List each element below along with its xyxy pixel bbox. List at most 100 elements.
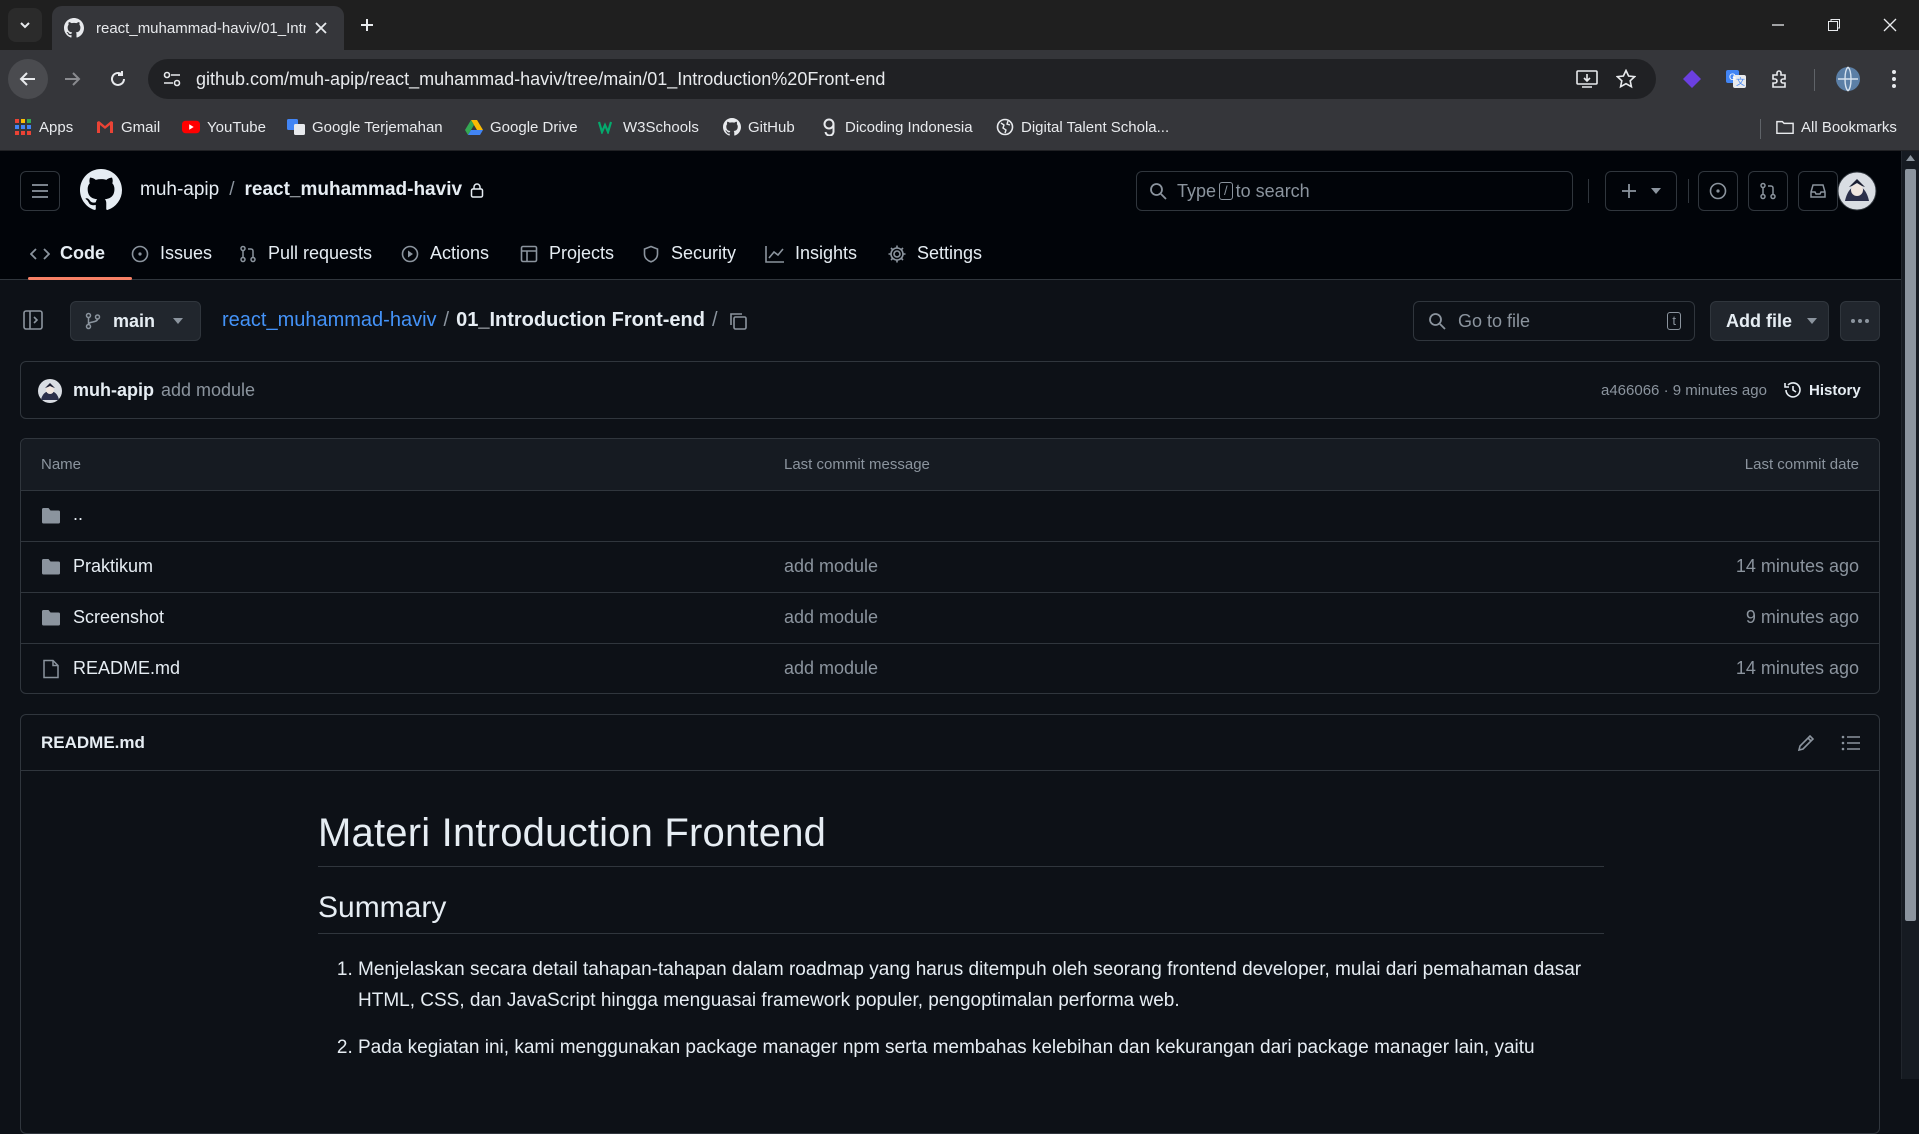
owner-link[interactable]: muh-apip (140, 179, 219, 201)
minimize-button[interactable] (1758, 8, 1798, 42)
tab-projects[interactable]: Projects (519, 227, 614, 280)
close-tab-icon[interactable] (314, 21, 328, 35)
gmail-icon (96, 118, 114, 136)
bookmark-dicoding[interactable]: Dicoding Indonesia (820, 118, 973, 136)
bookmark-youtube[interactable]: YouTube (182, 118, 266, 136)
history-button[interactable]: History (1783, 380, 1861, 400)
caret-down-icon (1807, 318, 1817, 324)
pull-requests-button[interactable] (1748, 171, 1788, 211)
tab-pull-requests[interactable]: Pull requests (238, 227, 372, 280)
tab-insights[interactable]: Insights (765, 227, 857, 280)
profile-button[interactable] (1832, 63, 1864, 95)
page-scrollbar[interactable] (1901, 151, 1919, 1079)
bookmark-github[interactable]: GitHub (723, 118, 795, 136)
more-options-button[interactable] (1840, 301, 1880, 341)
scroll-up-arrow-icon[interactable] (1906, 155, 1915, 161)
outline-list-icon[interactable] (1841, 733, 1861, 753)
global-search-input[interactable]: Type / to search (1136, 171, 1573, 211)
tab-code[interactable]: Code (30, 227, 105, 280)
author-avatar[interactable] (37, 378, 63, 404)
tab-label: Pull requests (268, 243, 373, 263)
parent-directory-link[interactable]: .. (73, 504, 83, 525)
tab-label: Code (60, 243, 105, 263)
back-button[interactable] (8, 59, 48, 99)
extension-purple-button[interactable] (1676, 63, 1708, 95)
tab-issues[interactable]: Issues (130, 227, 212, 280)
file-commit-message[interactable]: add module (784, 658, 878, 679)
folder-icon (42, 508, 60, 524)
expand-file-tree-button[interactable] (22, 309, 44, 331)
kebab-menu-icon (1892, 70, 1896, 88)
tab-actions[interactable]: Actions (400, 227, 489, 280)
readme-panel: README.md Materi Introduction Frontend S… (20, 714, 1880, 1134)
restore-button[interactable] (1814, 8, 1854, 42)
file-name-link[interactable]: Screenshot (73, 607, 164, 628)
commit-hash-time[interactable]: a466066 · 9 minutes ago (1601, 382, 1767, 399)
create-new-button[interactable] (1605, 171, 1677, 211)
bookmark-google-drive[interactable]: Google Drive (465, 118, 578, 136)
install-app-icon[interactable] (1576, 69, 1598, 89)
all-bookmarks-label: All Bookmarks (1801, 118, 1897, 136)
bookmark-label: GitHub (748, 118, 795, 136)
table-row[interactable]: Screenshot add module 9 minutes ago (21, 593, 1879, 644)
bookmark-w3schools[interactable]: W3Schools (598, 118, 699, 136)
tab-label: Issues (160, 243, 213, 263)
github-logo[interactable] (80, 169, 122, 211)
user-avatar[interactable] (1837, 171, 1877, 211)
bookmark-apps[interactable]: Apps (14, 118, 73, 136)
pencil-icon[interactable] (1796, 733, 1816, 753)
readme-filename[interactable]: README.md (41, 733, 145, 753)
w3schools-icon (598, 118, 616, 136)
tab-settings[interactable]: Settings (887, 227, 982, 280)
branch-selector[interactable]: main (70, 301, 201, 341)
latest-commit-bar: muh-apip add module a466066 · 9 minutes … (20, 361, 1880, 419)
history-label: History (1809, 381, 1861, 399)
tab-label: Insights (795, 243, 858, 263)
tab-title: react_muhammad-haviv/01_Intr (96, 19, 306, 37)
add-file-button[interactable]: Add file (1710, 301, 1829, 341)
active-browser-tab[interactable]: react_muhammad-haviv/01_Intr (52, 6, 344, 50)
site-info-icon[interactable] (162, 70, 182, 88)
close-icon (1883, 18, 1897, 32)
chrome-menu-button[interactable] (1878, 63, 1910, 95)
file-commit-message[interactable]: add module (784, 607, 878, 628)
tab-search-button[interactable] (8, 8, 42, 42)
file-name-link[interactable]: Praktikum (73, 556, 153, 577)
puzzle-icon (1772, 70, 1786, 88)
copy-path-icon[interactable] (728, 311, 748, 331)
tab-security[interactable]: Security (641, 227, 736, 280)
repo-link[interactable]: react_muhammad-haviv (245, 179, 463, 201)
bookmark-digital-talent[interactable]: Digital Talent Schola... (996, 118, 1169, 136)
bookmark-gmail[interactable]: Gmail (96, 118, 160, 136)
extensions-button[interactable] (1764, 63, 1796, 95)
table-row[interactable]: Praktikum add module 14 minutes ago (21, 542, 1879, 593)
issues-button[interactable] (1698, 171, 1738, 211)
commit-author[interactable]: muh-apip (73, 380, 154, 401)
parent-directory-row[interactable]: .. (21, 491, 1879, 542)
address-bar[interactable]: github.com/muh-apip/react_muhammad-haviv… (148, 59, 1656, 99)
bookmark-star-icon[interactable] (1616, 69, 1636, 89)
scrollbar-thumb[interactable] (1905, 169, 1916, 921)
caret-down-icon (173, 318, 184, 324)
all-bookmarks-button[interactable]: All Bookmarks (1776, 118, 1897, 136)
forward-button[interactable] (52, 59, 92, 99)
bookmark-label: YouTube (207, 118, 266, 136)
breadcrumb-separator: / (443, 309, 450, 331)
go-to-file-placeholder: Go to file (1458, 310, 1531, 331)
bookmark-label: Gmail (121, 118, 161, 136)
close-window-button[interactable] (1870, 8, 1910, 42)
reload-icon (111, 71, 125, 86)
new-tab-button[interactable] (352, 10, 382, 40)
file-name-link[interactable]: README.md (73, 658, 180, 679)
global-nav-menu-button[interactable] (20, 171, 60, 211)
breadcrumb-repo-link[interactable]: react_muhammad-haviv (222, 309, 437, 332)
go-to-file-input[interactable]: Go to file t (1413, 301, 1695, 341)
table-row[interactable]: README.md add module 14 minutes ago (21, 644, 1879, 693)
bookmark-google-translate[interactable]: Google Terjemahan (287, 118, 443, 136)
reload-button[interactable] (98, 59, 138, 99)
inbox-button[interactable] (1798, 171, 1838, 211)
commit-message[interactable]: add module (161, 380, 255, 401)
google-translate-extension-button[interactable]: G文 (1720, 63, 1752, 95)
file-commit-message[interactable]: add module (784, 556, 878, 577)
repo-context: muh-apip / react_muhammad-haviv (140, 179, 484, 201)
